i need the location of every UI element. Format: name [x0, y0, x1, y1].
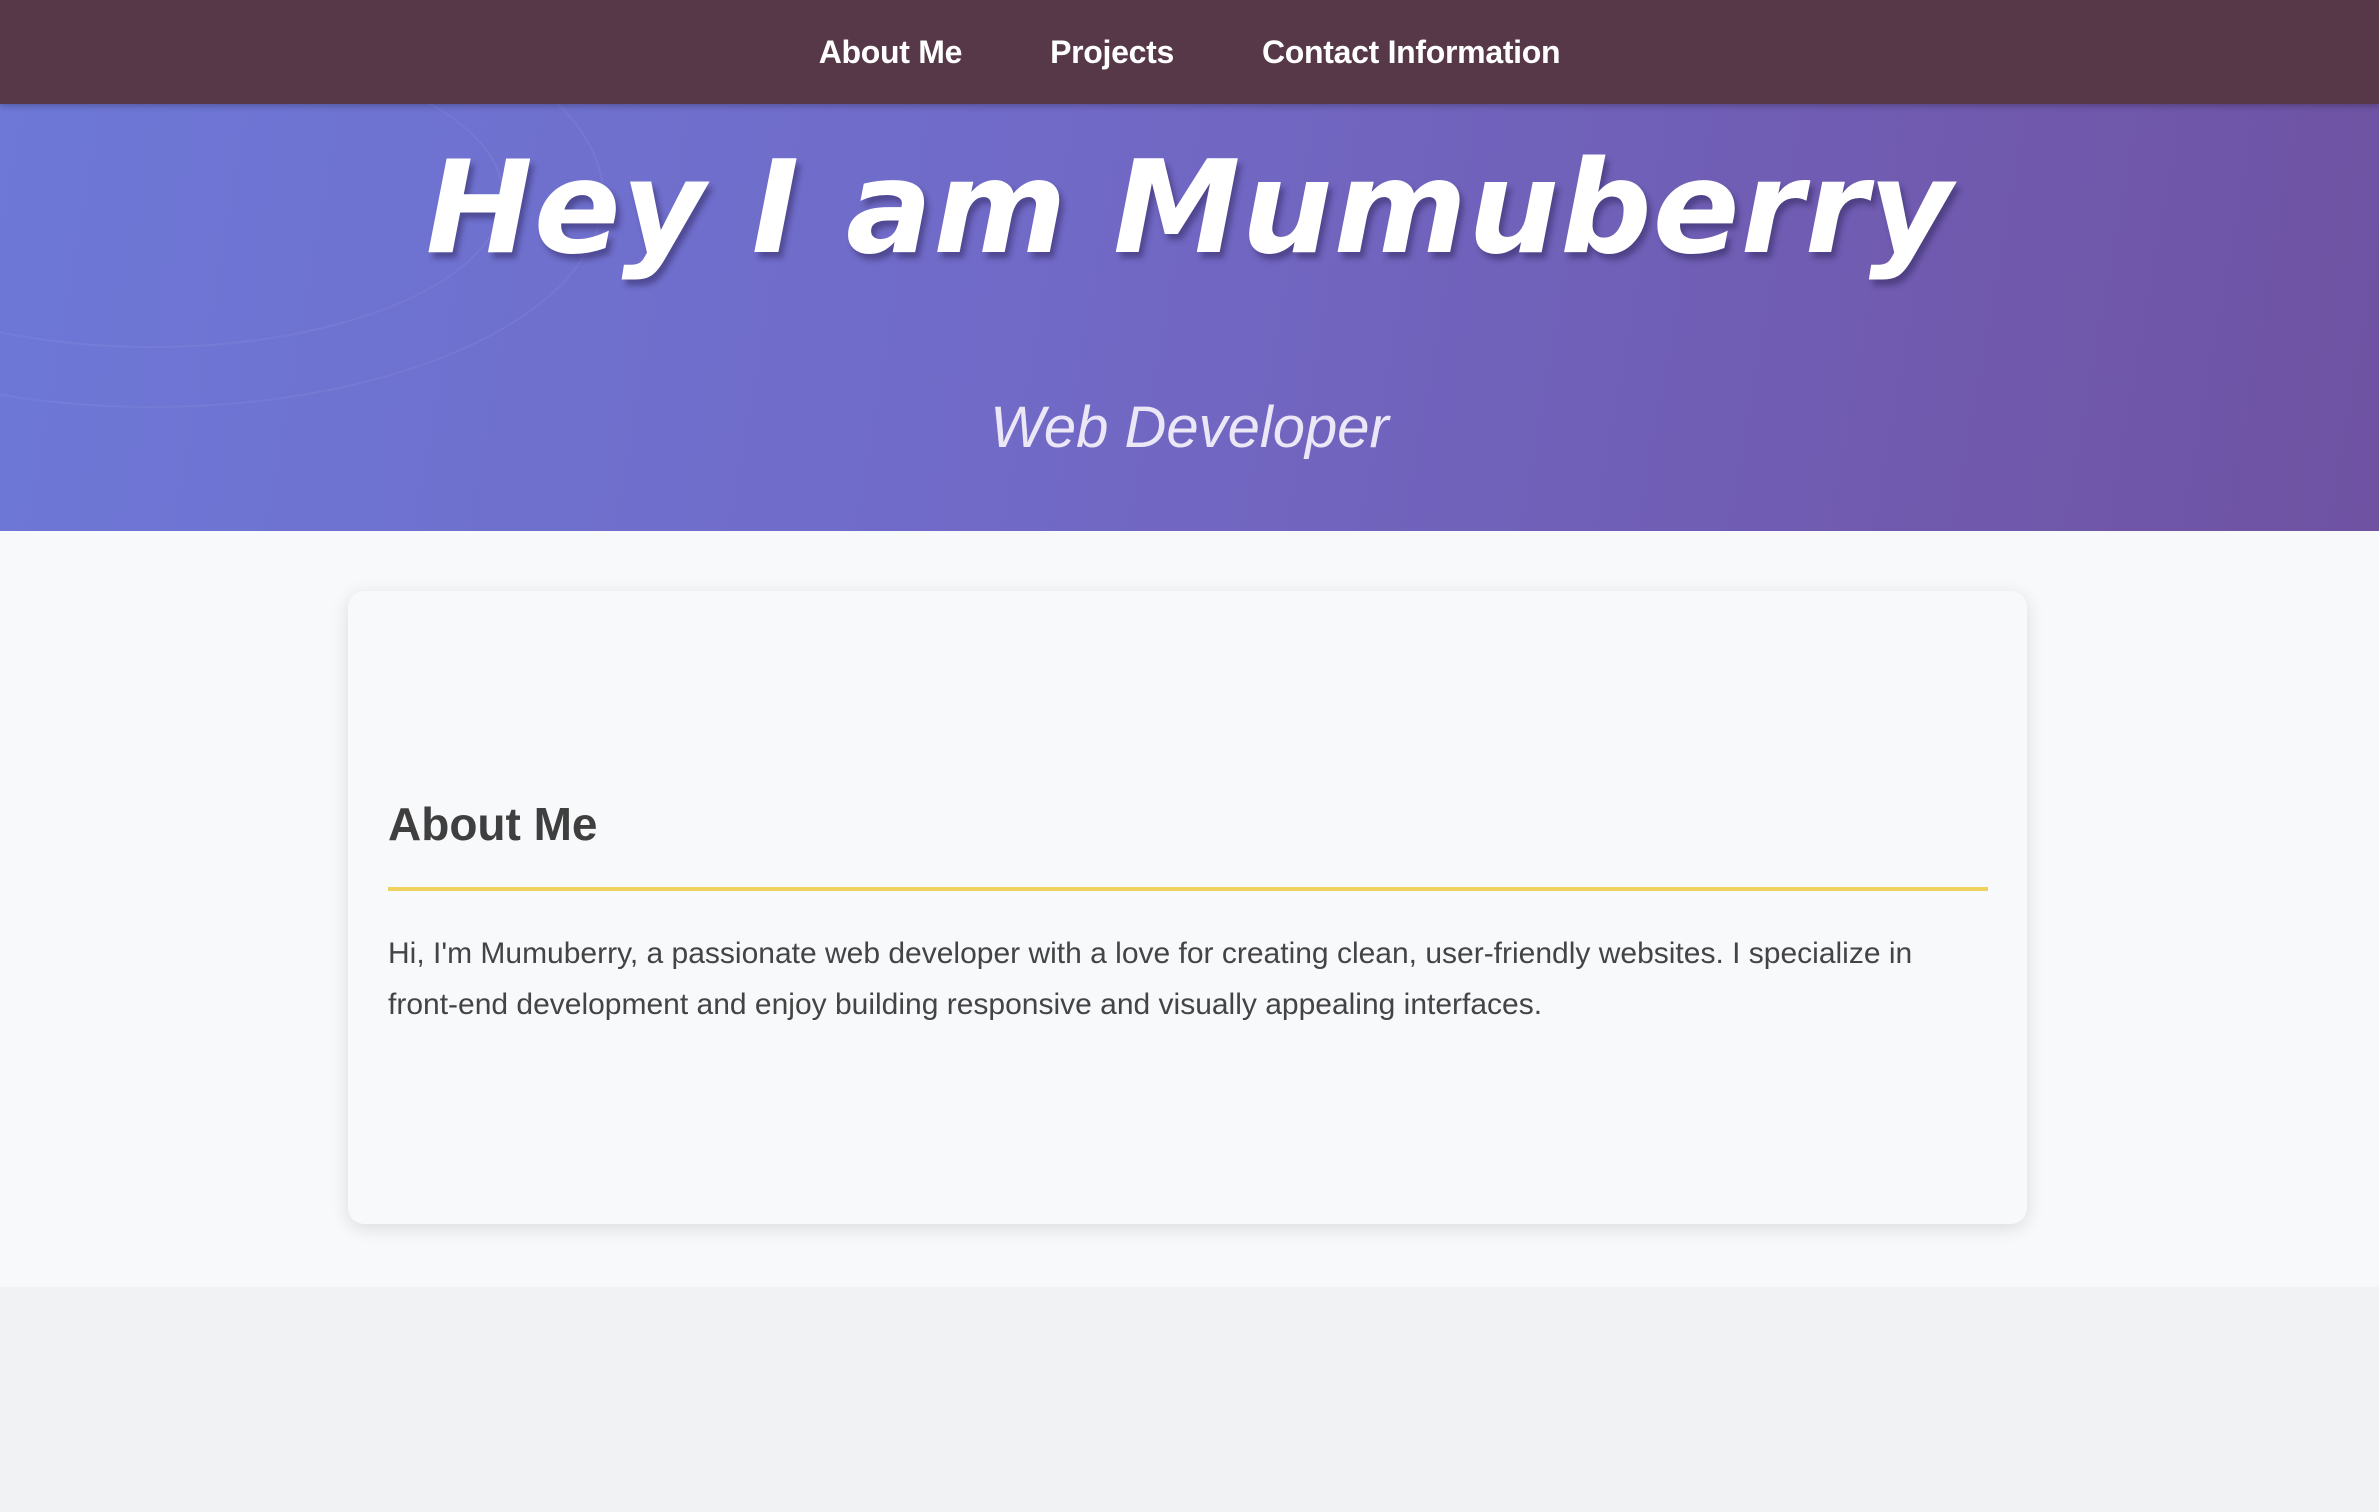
main-content: About Me Hi, I'm Mumuberry, a passionate… [0, 531, 2379, 1287]
about-me-card: About Me Hi, I'm Mumuberry, a passionate… [348, 591, 2027, 1224]
about-me-text: Hi, I'm Mumuberry, a passionate web deve… [388, 937, 1913, 1021]
top-navigation: About Me Projects Contact Information [0, 0, 2379, 104]
about-me-heading: About Me [388, 798, 598, 850]
hero-subtitle: Web Developer [990, 395, 1389, 460]
nav-link-about-me[interactable]: About Me [819, 34, 963, 71]
nav-link-contact-information[interactable]: Contact Information [1262, 34, 1561, 71]
nav-link-projects[interactable]: Projects [1050, 34, 1174, 71]
hero-banner: Hey I am Mumuberry Web Developer [0, 104, 2379, 531]
hero-title: Hey I am Mumuberry [425, 134, 1954, 283]
section-divider [388, 887, 1988, 891]
page-footer [0, 1287, 2379, 1512]
